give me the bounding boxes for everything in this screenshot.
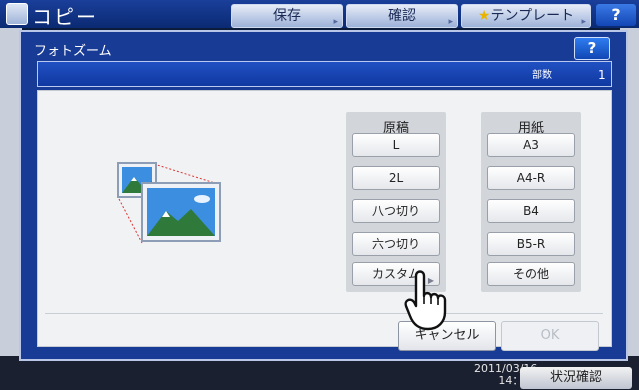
copies-bar — [37, 61, 612, 87]
template-label: テンプレート — [490, 8, 575, 24]
divider — [45, 313, 603, 314]
paper-b4-button[interactable]: B4 — [487, 199, 575, 223]
photo-zoom-illustration — [117, 162, 221, 244]
hand-cursor-icon — [404, 270, 447, 331]
original-2l-button[interactable]: 2L — [352, 166, 440, 190]
copies-label: 部数 — [532, 70, 552, 81]
help-button-top[interactable]: ? — [596, 4, 636, 26]
paper-a4r-button[interactable]: A4-R — [487, 166, 575, 190]
paper-a3-button[interactable]: A3 — [487, 133, 575, 157]
photo-icon-large — [141, 182, 221, 242]
original-l-button[interactable]: L — [352, 133, 440, 157]
copy-icon — [6, 3, 28, 25]
confirm-button[interactable]: 確認 ▸ — [346, 4, 458, 28]
help-button[interactable]: ? — [574, 37, 610, 60]
status-button[interactable]: 状況確認 — [520, 367, 632, 389]
copies-value: 1 — [598, 68, 606, 82]
template-button[interactable]: ★テンプレート ▸ — [461, 4, 591, 28]
paper-b5r-button[interactable]: B5-R — [487, 232, 575, 256]
save-button[interactable]: 保存 ▸ — [231, 4, 343, 28]
confirm-label: 確認 — [388, 8, 416, 24]
app-title: コピー — [32, 5, 98, 29]
save-label: 保存 — [273, 8, 301, 24]
original-yatsugiri-button[interactable]: 八つ切り — [352, 199, 440, 223]
dialog-title: フォトズーム — [34, 44, 112, 59]
ok-button[interactable]: OK — [501, 321, 599, 351]
original-mutsugiri-button[interactable]: 六つ切り — [352, 232, 440, 256]
star-icon: ★ — [477, 8, 491, 24]
paper-other-button[interactable]: その他 — [487, 262, 575, 286]
